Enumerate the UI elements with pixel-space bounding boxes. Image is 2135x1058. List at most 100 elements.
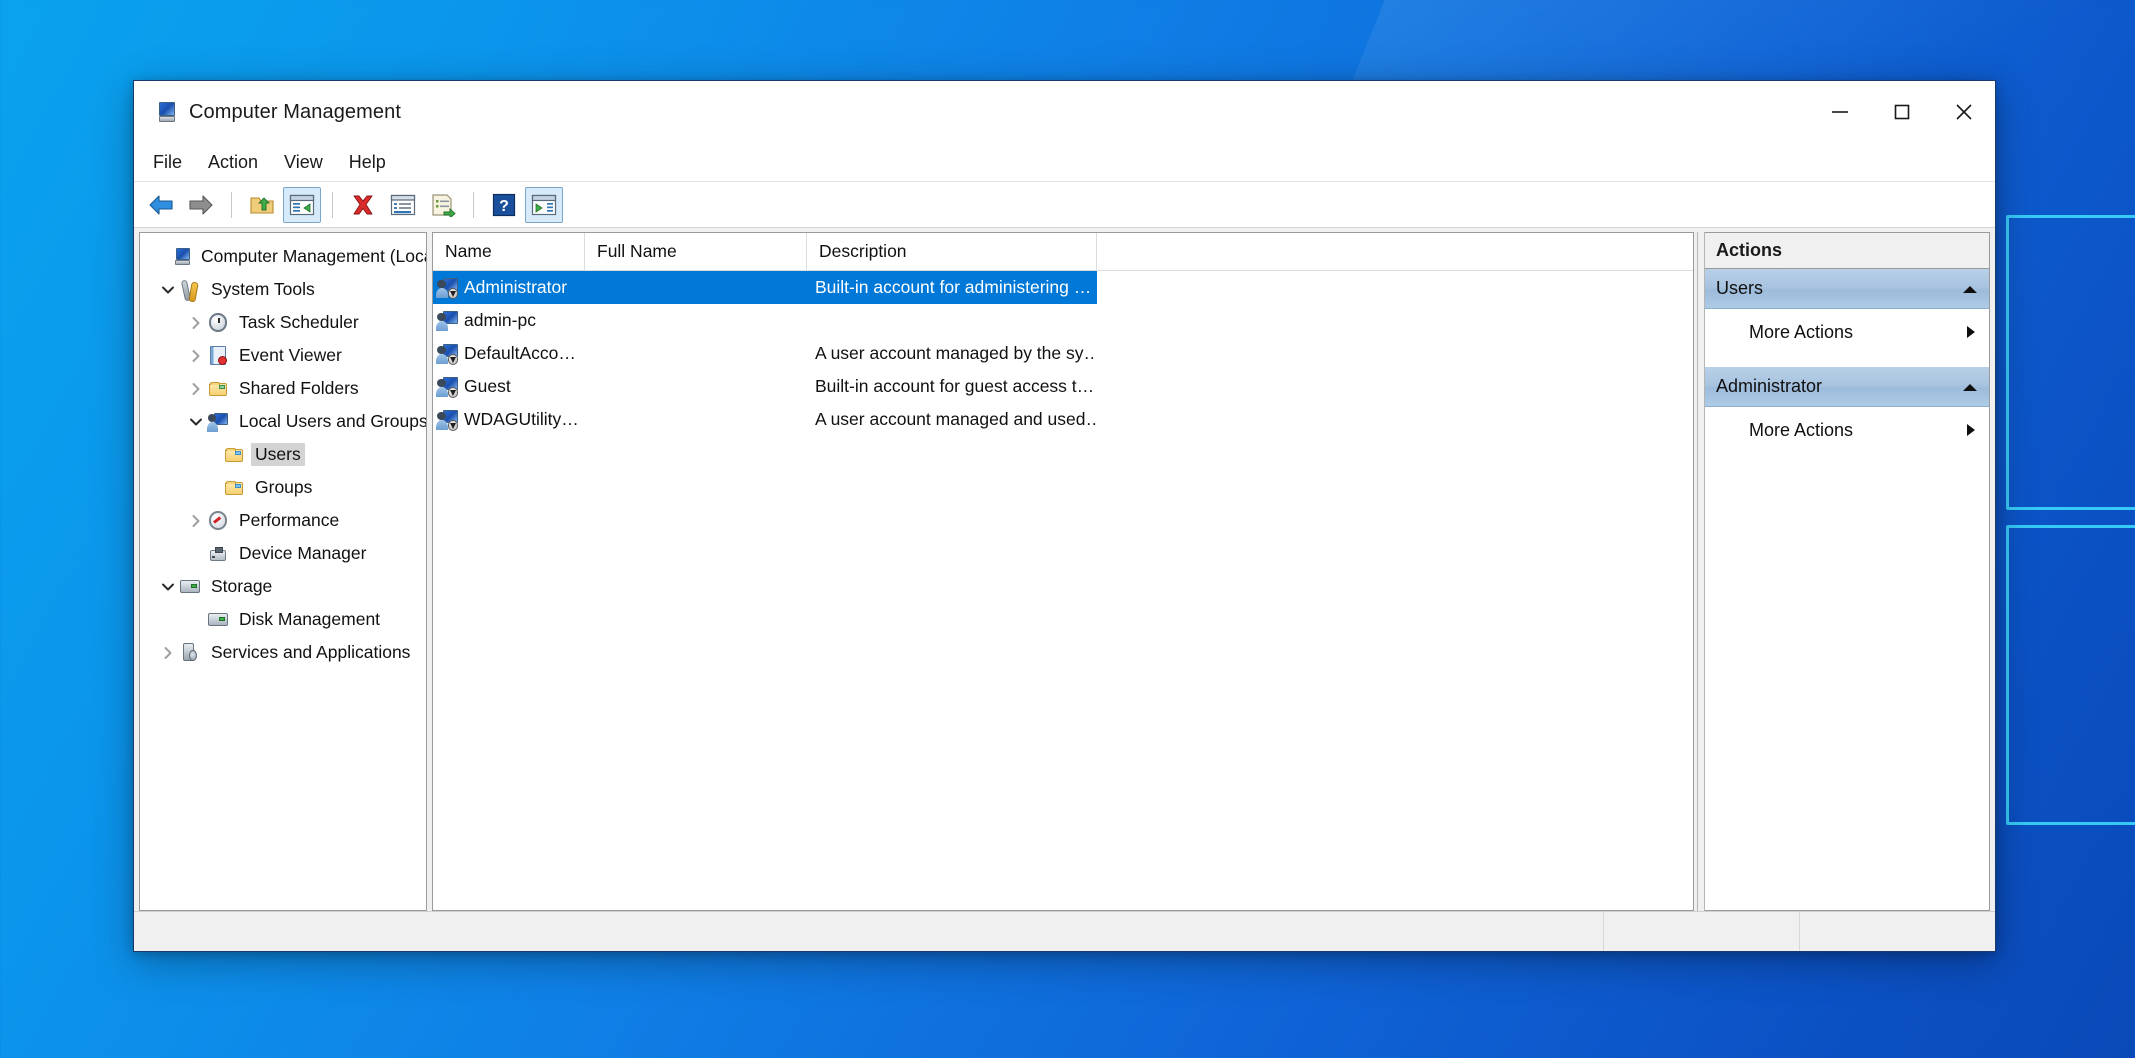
table-row[interactable]: admin-pc <box>433 304 1693 337</box>
menu-file[interactable]: File <box>140 148 195 177</box>
tree-item-shared-folders[interactable]: Shared Folders <box>140 372 426 405</box>
tree-item-groups[interactable]: Groups <box>140 471 426 504</box>
tree-item-local-users-and-groups[interactable]: Local Users and Groups <box>140 405 426 438</box>
tree-item-device-manager[interactable]: Device Manager <box>140 537 426 570</box>
tree-label: Task Scheduler <box>239 312 359 332</box>
chevron-down-icon[interactable] <box>184 410 208 434</box>
table-row[interactable]: Administrator Built-in account for admin… <box>433 271 1693 304</box>
back-button[interactable] <box>142 187 180 223</box>
user-disabled-icon <box>436 376 459 398</box>
actions-pane-title: Actions <box>1705 233 1989 269</box>
folder-icon <box>224 445 244 465</box>
users-computer-icon <box>207 412 228 432</box>
cell-description: Built-in account for guest access t… <box>815 376 1095 396</box>
chevron-right-icon[interactable] <box>184 344 208 368</box>
users-list-pane: Name Full Name Description Administrator… <box>432 232 1694 911</box>
tree-item-task-scheduler[interactable]: Task Scheduler <box>140 306 426 339</box>
delete-button[interactable] <box>344 187 382 223</box>
actions-item-label: More Actions <box>1749 321 1854 342</box>
user-disabled-icon <box>436 409 459 431</box>
tree-label: Shared Folders <box>239 378 359 398</box>
cell-description: A user account managed and used… <box>815 409 1097 429</box>
cell-name: WDAGUtility… <box>433 403 585 436</box>
toolbar-separator-2 <box>332 191 333 218</box>
tree-label: Event Viewer <box>239 345 342 365</box>
list-column-headers: Name Full Name Description <box>433 233 1693 271</box>
more-actions-users[interactable]: More Actions <box>1705 309 1989 355</box>
forward-button[interactable] <box>182 187 220 223</box>
tree-item-storage[interactable]: Storage <box>140 570 426 603</box>
svg-text:?: ? <box>499 198 509 215</box>
shared-folder-icon <box>208 379 228 399</box>
tree-label: Performance <box>239 510 340 530</box>
actions-spacer <box>1705 355 1989 367</box>
actions-section-administrator[interactable]: Administrator <box>1705 367 1989 407</box>
toolbar-separator-3 <box>473 191 474 218</box>
close-icon[interactable] <box>1933 81 1995 143</box>
twisty-placeholder <box>146 245 170 269</box>
cell-name-text: Administrator <box>464 277 568 297</box>
status-bar-segment-2 <box>1799 912 1995 951</box>
cell-full-name <box>585 403 807 436</box>
export-list-button[interactable] <box>424 187 462 223</box>
table-row[interactable]: DefaultAcco… A user account managed by t… <box>433 337 1693 370</box>
chevron-up-icon[interactable] <box>1961 283 1979 295</box>
column-header-name[interactable]: Name <box>433 233 585 270</box>
maximize-icon[interactable] <box>1871 81 1933 143</box>
tree-item-event-viewer[interactable]: Event Viewer <box>140 339 426 372</box>
tools-icon <box>180 280 200 300</box>
show-hide-console-tree-button[interactable] <box>283 186 321 223</box>
user-disabled-icon <box>436 277 459 299</box>
tree-label: Disk Management <box>239 609 381 629</box>
cell-name: Administrator <box>433 271 585 304</box>
table-row[interactable]: Guest Built-in account for guest access … <box>433 370 1693 403</box>
help-button[interactable]: ? <box>485 187 523 223</box>
tree-item-disk-management[interactable]: Disk Management <box>140 603 426 636</box>
status-bar-message <box>134 912 1603 951</box>
more-actions-administrator[interactable]: More Actions <box>1705 407 1989 453</box>
window-title: Computer Management <box>189 100 402 123</box>
list-actions-splitter[interactable] <box>1697 232 1705 911</box>
menu-view[interactable]: View <box>271 148 336 177</box>
window-controls <box>1809 81 1995 143</box>
tree-item-performance[interactable]: Performance <box>140 504 426 537</box>
event-log-icon <box>208 345 228 366</box>
background-window-edge-lower <box>2006 525 2135 825</box>
chevron-right-icon[interactable] <box>184 377 208 401</box>
tree-item-system-tools[interactable]: System Tools <box>140 273 426 306</box>
chevron-right-icon[interactable] <box>184 311 208 335</box>
actions-section-users[interactable]: Users <box>1705 269 1989 309</box>
tree-label: Storage <box>211 576 273 596</box>
properties-button[interactable] <box>384 187 422 223</box>
user-icon <box>436 310 458 331</box>
chevron-up-icon[interactable] <box>1961 381 1979 393</box>
show-hide-action-pane-button[interactable] <box>525 186 563 223</box>
chevron-right-icon <box>1965 324 1977 340</box>
chevron-right-icon[interactable] <box>184 509 208 533</box>
menu-help[interactable]: Help <box>336 148 399 177</box>
tree-item-users[interactable]: Users <box>140 438 426 471</box>
up-one-level-button[interactable] <box>243 187 281 223</box>
chevron-down-icon[interactable] <box>156 278 180 302</box>
column-header-description[interactable]: Description <box>807 233 1097 270</box>
cell-name-text: Guest <box>464 376 511 396</box>
cell-description <box>807 304 1097 337</box>
toolbar-separator <box>231 191 232 218</box>
column-header-full-name[interactable]: Full Name <box>585 233 807 270</box>
tree-item-services-and-applications[interactable]: Services and Applications <box>140 636 426 669</box>
menu-bar: File Action View Help <box>134 143 1995 182</box>
computer-icon <box>170 247 190 267</box>
chevron-right-icon[interactable] <box>156 641 180 665</box>
minimize-icon[interactable] <box>1809 81 1871 143</box>
column-header-filler <box>1097 233 1693 270</box>
chevron-down-icon[interactable] <box>156 575 180 599</box>
actions-section-label: Administrator <box>1716 376 1823 396</box>
status-bar <box>134 911 1995 951</box>
table-row[interactable]: WDAGUtility… A user account managed and … <box>433 403 1693 436</box>
tree-label: Services and Applications <box>211 642 411 662</box>
chevron-right-icon <box>1965 422 1977 438</box>
tree-item-computer-management-local[interactable]: Computer Management (Local) <box>140 240 426 273</box>
device-icon <box>208 544 228 564</box>
actions-section-label: Users <box>1716 278 1764 298</box>
menu-action[interactable]: Action <box>195 148 271 177</box>
